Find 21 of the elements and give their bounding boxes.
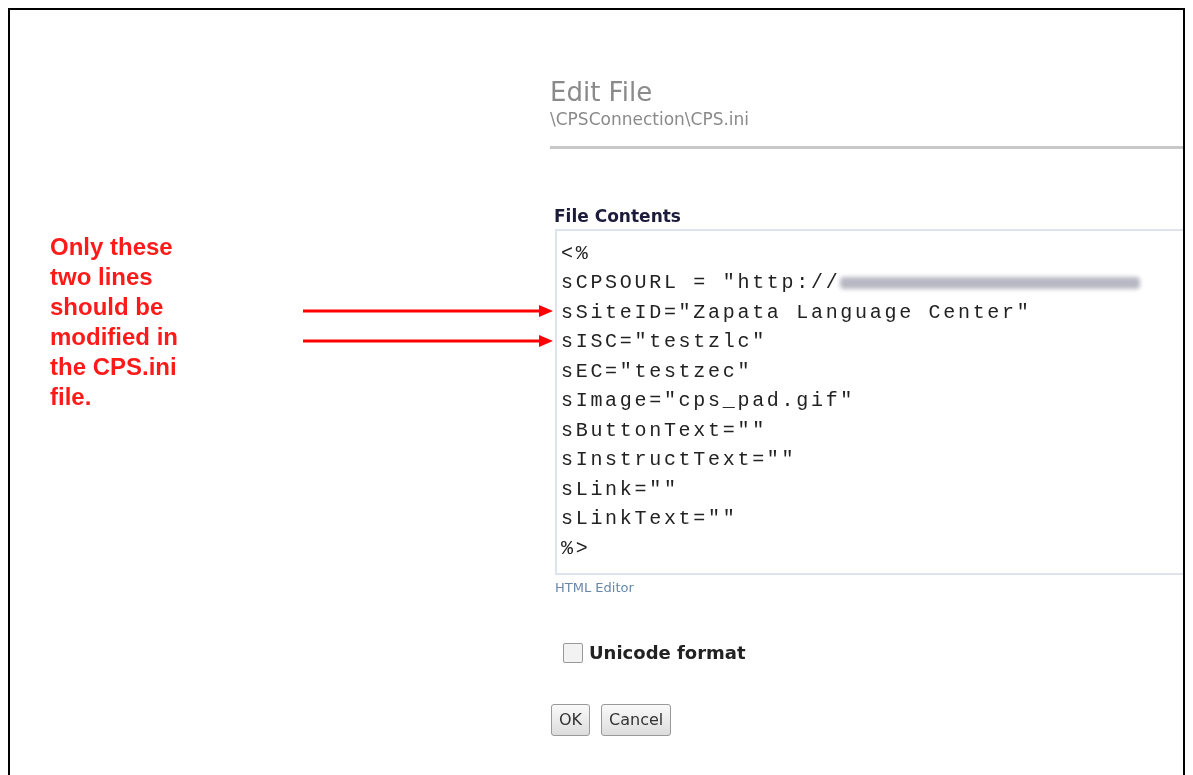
- html-editor-link[interactable]: HTML Editor: [555, 578, 634, 598]
- code-line: <%: [561, 240, 591, 267]
- code-line: sLinkText="": [561, 506, 738, 533]
- code-line: %>: [561, 535, 591, 562]
- file-contents-textarea[interactable]: <% sCPSOURL = "http:// sSiteID="Zapata Language Center" sISC="testzlc" sEC="testzec" sImage="cps_pad.gif" sButtonText="" sInstructText="" sLink="" sLinkText="" %>: [555, 229, 1183, 575]
- code-line: sEC="testzec": [561, 358, 753, 385]
- code-line: sLink="": [561, 476, 679, 503]
- code-line: sButtonText="": [561, 417, 767, 444]
- dialog-button[interactable]: OK: [551, 704, 591, 736]
- unicode-checkbox[interactable]: [563, 642, 583, 663]
- code-line: sCPSOURL = "http://: [561, 270, 841, 297]
- code-line: sISC="testzlc": [561, 329, 767, 356]
- code-line: sSiteID="Zapata Language Center": [561, 299, 1032, 326]
- checkbox-label: Unicode format: [589, 641, 746, 665]
- annotation-text: Only these two lines should be modified in the CPS.ini file.: [50, 232, 179, 412]
- dialog-button[interactable]: Cancel: [601, 704, 672, 736]
- page-title: Edit File: [550, 76, 654, 108]
- code-line: sImage="cps_pad.gif": [561, 388, 856, 415]
- section-heading: File Contents: [554, 205, 682, 227]
- code-line: sInstructText="": [561, 447, 797, 474]
- file-path: \CPSConnection\CPS.ini: [550, 108, 751, 130]
